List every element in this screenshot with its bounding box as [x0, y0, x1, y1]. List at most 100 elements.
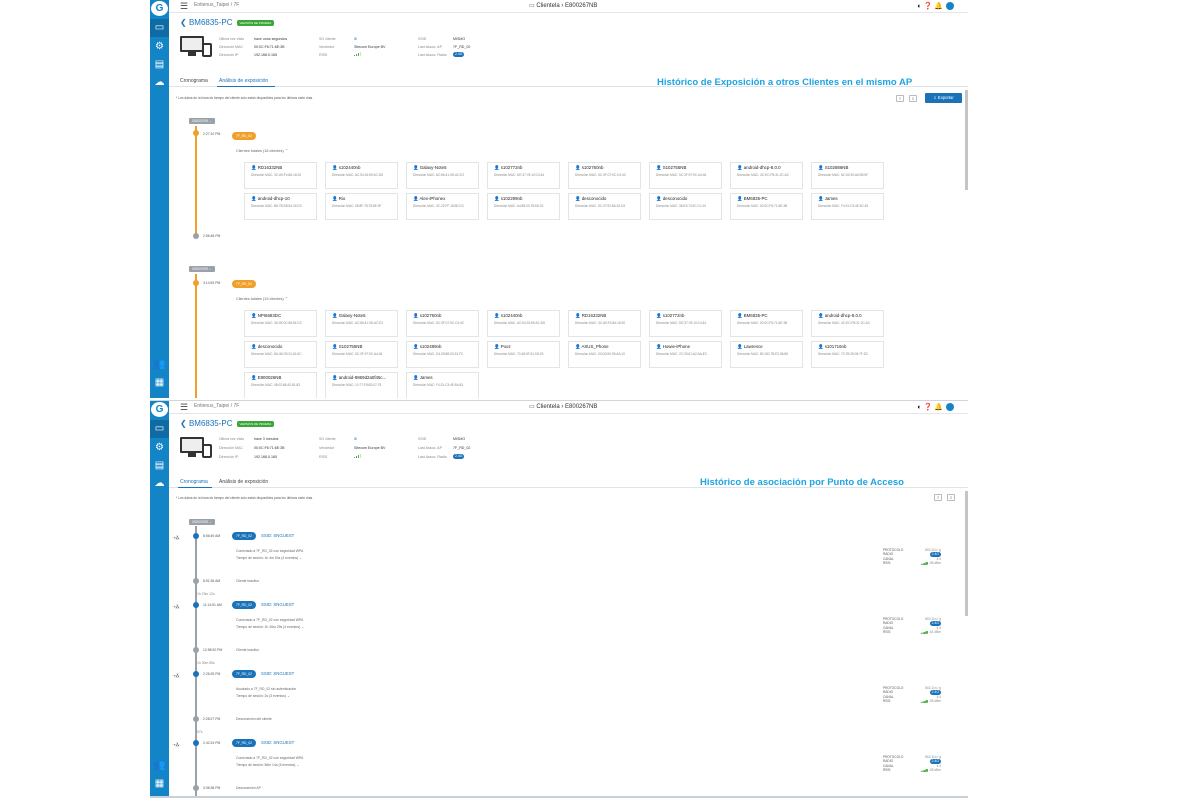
- client-card[interactable]: 👤 desconocido Dirección MAC: 5C:37:92:8A:…: [568, 193, 641, 220]
- ap-pill[interactable]: 7F_RD_02: [232, 132, 256, 140]
- client-card[interactable]: 👤 RD16332NB Dirección MAC: 3C:A9:F4:8A:18…: [568, 310, 641, 337]
- clients-total-toggle[interactable]: Clientes totales (19 clientes) ⌃: [236, 296, 288, 301]
- building-icon[interactable]: ▦: [150, 374, 169, 392]
- client-card[interactable]: 👤 Galaxy-Note5 Dirección MAC: AC:86:41:0D…: [406, 162, 479, 189]
- client-card[interactable]: 👤 s102440nb Dirección MAC: AC:54:15:69:AC…: [325, 162, 398, 189]
- client-card[interactable]: 👤 s102772nb Dirección MAC: DE:37:78:10:C4…: [649, 310, 722, 337]
- breadcrumb[interactable]: Entienus_Taipei / 7F: [194, 2, 239, 8]
- users-icon[interactable]: 👥: [150, 356, 169, 374]
- client-card[interactable]: 👤 E800026NB Dirección MAC: 48:02:68:A2:81…: [244, 372, 317, 398]
- date-tag[interactable]: 2020/07/09 ⌄: [189, 266, 215, 272]
- rssi-value: ▂▄▆ -55 dBm: [921, 699, 941, 703]
- client-card[interactable]: 👤 android-dhcp-8.0.0 Dirección MAC: 4C:EC…: [811, 310, 884, 337]
- client-card[interactable]: 👤 android-dhcp-10 Dirección MAC: B8:7B:D8…: [244, 193, 317, 220]
- device-header: ❮ BM6835-PC VERSIÓN DE PRUEBA Última vez …: [169, 14, 968, 74]
- client-card[interactable]: 👤 android-9869d2a0f45c... Dirección MAC: …: [325, 372, 398, 398]
- session-toggle[interactable]: Tiempo de sesión: 56m 14s (5 eventos) ⌄: [236, 763, 299, 767]
- clients-total-text: Clientes totales (16 clientes): [236, 149, 284, 153]
- help-icon[interactable]: ❓: [924, 3, 935, 10]
- monitor-icon[interactable]: ▭: [150, 19, 169, 37]
- ap-pill[interactable]: 7F_RD_02: [232, 280, 256, 288]
- client-card[interactable]: 👤 Pooz Dirección MAC: 70:48:0F:61:0D:29: [487, 341, 560, 368]
- ap-pill[interactable]: 7F_RD_02: [232, 739, 256, 747]
- client-card[interactable]: 👤 BM6835-PC Dirección MAC: 00:0C:F6:71:6E…: [730, 193, 803, 220]
- date-tag[interactable]: 2020/07/09 ⌄: [189, 519, 215, 525]
- monitor-icon[interactable]: ▭: [150, 420, 169, 438]
- tab-exposure-analysis[interactable]: Análisis de exposición: [219, 78, 268, 84]
- client-mac: Dirección MAC: AC:54:15:69:AC:D8: [332, 173, 391, 177]
- timeline-end-dot: [193, 233, 199, 239]
- client-card[interactable]: 👤 s102440nb Dirección MAC: AC:54:15:69:AC…: [487, 310, 560, 337]
- bell-icon[interactable]: 🔔: [934, 404, 945, 411]
- client-card[interactable]: 👤 S102886NB Dirección MAC: 8C:52:30:A6:0B…: [811, 162, 884, 189]
- gear-icon[interactable]: ⚙: [150, 439, 169, 457]
- export-button[interactable]: ⇩ Exportar: [925, 93, 962, 103]
- users-icon[interactable]: 👥: [150, 757, 169, 775]
- client-card[interactable]: 👤 s102760nb Dirección MAC: 5C:3F:07:9C:C4…: [568, 162, 641, 189]
- last-ap-value[interactable]: 7F_RD_02: [453, 446, 470, 450]
- person-icon: 👤: [656, 313, 663, 318]
- download-icon[interactable]: ⇩: [909, 95, 917, 102]
- client-card[interactable]: 👤 BM6835-PC Dirección MAC: 00:0C:F6:71:6E…: [730, 310, 803, 337]
- report-icon[interactable]: ▤: [150, 56, 169, 74]
- client-card[interactable]: 👤 s102760nb Dirección MAC: 5C:3F:07:9C:C4…: [406, 310, 479, 337]
- session-toggle[interactable]: Tiempo de sesión: 1h 45m 29s (4 eventos)…: [236, 625, 304, 629]
- ap-pill[interactable]: 7F_RD_02: [232, 670, 256, 678]
- scrollbar[interactable]: [965, 491, 968, 616]
- back-chevron-icon[interactable]: ❮: [180, 18, 189, 27]
- client-card[interactable]: 👤 s102299nb Dirección MAC: A4:85:00:78:6D…: [487, 193, 560, 220]
- client-card[interactable]: 👤 James Dirección MAC: F4:31:C3:4E:8C:81: [811, 193, 884, 220]
- download-icon[interactable]: ⇩: [947, 494, 955, 501]
- ap-pill[interactable]: 7F_RD_02: [232, 601, 256, 609]
- avatar[interactable]: [946, 2, 954, 11]
- client-card[interactable]: 👤 RD16332NB Dirección MAC: 3C:A9:F4:8A:18…: [244, 162, 317, 189]
- help-icon[interactable]: ?: [934, 494, 942, 501]
- client-card[interactable]: 👤 James Dirección MAC: F4:31:C3:4E:8A:81: [406, 372, 479, 398]
- clients-total-toggle[interactable]: Clientes totales (16 clientes) ⌃: [236, 148, 288, 153]
- client-name-text: android-dhcp-10: [257, 196, 290, 201]
- app-logo-icon[interactable]: G: [151, 1, 168, 16]
- client-mac: Dirección MAC: 4C:EC:FB:31:2C:A3: [737, 173, 796, 177]
- cloud-icon[interactable]: ☁: [150, 475, 169, 493]
- client-card[interactable]: 👤 NPI6683DC Dirección MAC: 3A:0E:0C:68:81…: [244, 310, 317, 337]
- client-card[interactable]: 👤 s102489nb Dirección MAC: D4:25:8B:03:31…: [406, 341, 479, 368]
- client-card[interactable]: 👤 s102772nb Dirección MAC: DE:37:78:10:C4…: [487, 162, 560, 189]
- client-card[interactable]: 👤 Galaxy-Note5 Dirección MAC: AC:86:41:0D…: [325, 310, 398, 337]
- bell-icon[interactable]: 🔔: [934, 3, 945, 10]
- client-card[interactable]: 👤 ASUS_Phone Dirección MAC: 04:D0:50:09:A…: [568, 341, 641, 368]
- client-card[interactable]: 👤 Howie-iPhone Dirección MAC: 2C:33:61:A2…: [649, 341, 722, 368]
- gear-icon[interactable]: ⚙: [150, 38, 169, 56]
- cloud-icon[interactable]: ☁: [150, 74, 169, 92]
- tab-cronograma[interactable]: Cronograma: [180, 479, 208, 485]
- signal-icon: [354, 454, 361, 459]
- client-card[interactable]: 👤 desconocido Dirección MAC: 38:E3:74:9C:…: [649, 193, 722, 220]
- client-card[interactable]: 👤 Alex-iPhonex Dirección MAC: 3C:22:FF:18…: [406, 193, 479, 220]
- client-name-text: RD16332NB: [257, 165, 283, 170]
- menu-icon[interactable]: ☰: [180, 402, 188, 413]
- client-card[interactable]: 👤 desconocido Dirección MAC: 8A:46:CB:31:…: [244, 341, 317, 368]
- breadcrumb[interactable]: Entienus_Taipei / 7F: [194, 403, 239, 409]
- help-icon[interactable]: ?: [896, 95, 904, 102]
- client-card[interactable]: 👤 Rio Dirección MAC: 08:8F:78:78:8E:0F: [325, 193, 398, 220]
- back-chevron-icon[interactable]: ❮: [180, 419, 189, 428]
- client-card[interactable]: 👤 s101716nb Dirección MAC: 70:7B:35:08:7F…: [811, 341, 884, 368]
- client-card[interactable]: 👤 Lawrence Dirección MAC: BC:6D:7B:E2:36:…: [730, 341, 803, 368]
- ap-pill[interactable]: 7F_RD_02: [232, 532, 256, 540]
- ssid-label: SSID: [418, 437, 427, 441]
- session-toggle[interactable]: Tiempo de sesión: 1h 4m 54s (4 eventos) …: [236, 556, 302, 560]
- scrollbar[interactable]: [965, 90, 968, 190]
- app-logo-icon[interactable]: G: [151, 402, 168, 417]
- menu-icon[interactable]: ☰: [180, 1, 188, 12]
- building-icon[interactable]: ▦: [150, 775, 169, 793]
- report-icon[interactable]: ▤: [150, 457, 169, 475]
- client-card[interactable]: 👤 S102755NB Dirección MAC: 5C:3F:97:9C:A4…: [649, 162, 722, 189]
- client-card[interactable]: 👤 android-dhcp-8.0.0 Dirección MAC: 4C:EC…: [730, 162, 803, 189]
- client-card[interactable]: 👤 S102755NB Dirección MAC: 5C:3F:97:9C:A4…: [325, 341, 398, 368]
- tab-cronograma[interactable]: Cronograma: [180, 78, 208, 84]
- avatar[interactable]: [946, 403, 954, 412]
- session-toggle[interactable]: Tiempo de sesión: 2s (3 eventos) ⌄: [236, 694, 290, 698]
- date-tag[interactable]: 2020/07/09 ⌄: [189, 118, 215, 124]
- last-ap-value[interactable]: 7F_RD_02: [453, 45, 470, 49]
- tab-exposure-analysis[interactable]: Análisis de exposición: [219, 479, 268, 485]
- help-icon[interactable]: ❓: [924, 404, 935, 411]
